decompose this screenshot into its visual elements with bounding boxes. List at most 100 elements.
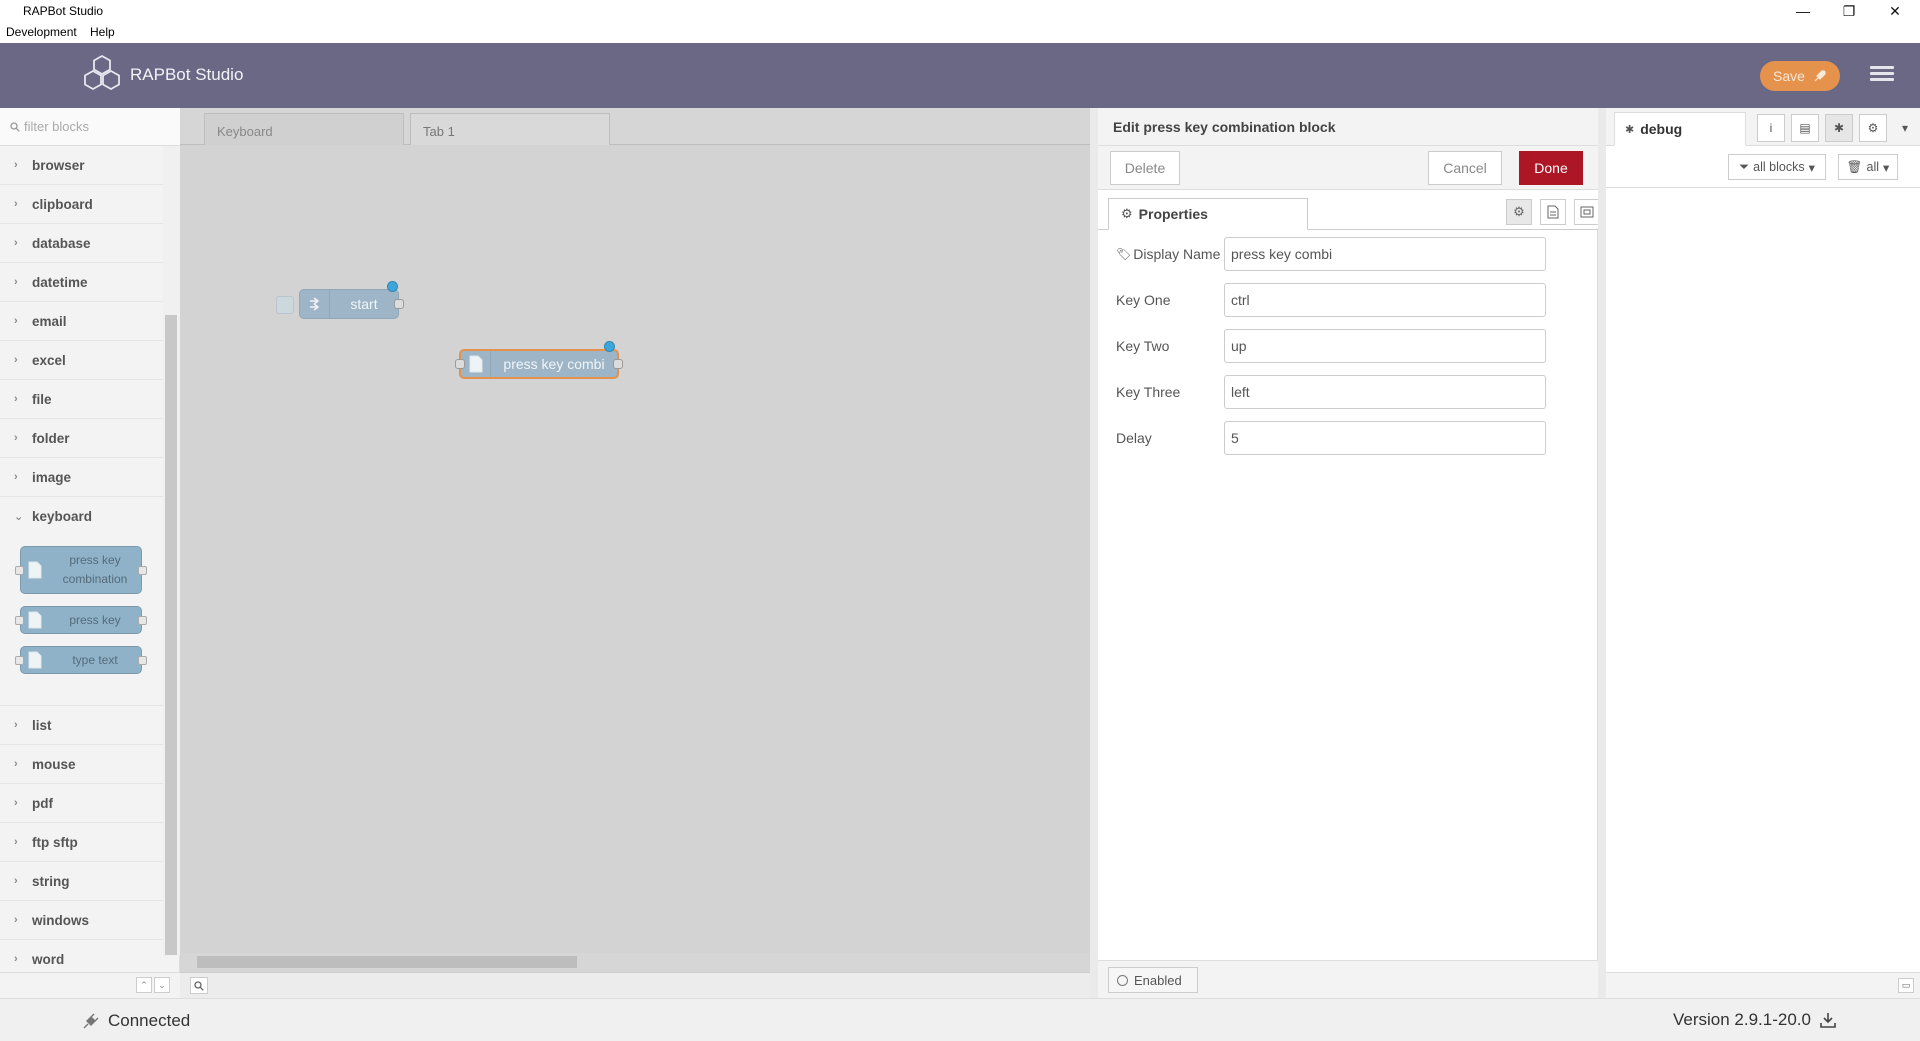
chevron-right-icon: ›: [14, 758, 18, 770]
node-output-port[interactable]: [394, 299, 404, 309]
document-icon: [21, 611, 49, 629]
key-three-input[interactable]: [1224, 375, 1546, 409]
version-label: Version 2.9.1-20.0: [1673, 1010, 1811, 1029]
palette-category-email[interactable]: › email: [0, 302, 164, 341]
chevron-right-icon: ›: [14, 354, 18, 366]
delay-row: Delay: [1116, 421, 1586, 455]
palette-filter[interactable]: filter blocks: [0, 108, 180, 146]
gear-icon[interactable]: ⚙: [1859, 114, 1887, 142]
tab-keyboard[interactable]: Keyboard: [204, 113, 404, 145]
delete-button[interactable]: Delete: [1110, 151, 1180, 185]
tab-tab-1[interactable]: Tab 1: [410, 113, 610, 145]
palette-category-database[interactable]: › database: [0, 224, 164, 263]
palette-category-file[interactable]: › file: [0, 380, 164, 419]
bug-icon[interactable]: ✱: [1825, 114, 1853, 142]
caret-down-icon: ▾: [1883, 160, 1890, 175]
save-button[interactable]: Save: [1760, 61, 1840, 91]
download-icon[interactable]: [1819, 1011, 1837, 1029]
delay-input[interactable]: [1224, 421, 1546, 455]
expand-all-icon[interactable]: ⌄: [154, 977, 170, 993]
workspace-tabs: Keyboard Tab 1: [180, 108, 1090, 145]
info-icon[interactable]: i: [1757, 114, 1785, 142]
palette-node-press-key-combination[interactable]: press key combination: [15, 546, 147, 594]
clear-all-dropdown[interactable]: 🗑 all ▾: [1838, 154, 1898, 180]
monitor-icon[interactable]: ▭: [1898, 978, 1914, 993]
document-icon: [21, 651, 49, 669]
tag-icon: 🏷: [1116, 247, 1132, 261]
edit-tray-toolbar: Delete Cancel Done: [1098, 146, 1598, 190]
done-button[interactable]: Done: [1519, 151, 1583, 185]
delay-label: Delay: [1116, 430, 1152, 446]
book-icon[interactable]: ▤: [1791, 114, 1819, 142]
tab-properties[interactable]: ⚙ Properties: [1108, 198, 1308, 230]
palette-node-type-text[interactable]: type text: [15, 646, 147, 674]
inject-trigger-button[interactable]: [276, 296, 294, 314]
minimize-button[interactable]: —: [1780, 0, 1826, 22]
palette-category-list[interactable]: › list: [0, 706, 164, 745]
dropdown-label: all: [1866, 160, 1880, 174]
palette-category-folder[interactable]: › folder: [0, 419, 164, 458]
chevron-right-icon: ›: [14, 875, 18, 887]
key-one-input[interactable]: [1224, 283, 1546, 317]
description-icon[interactable]: [1540, 199, 1566, 225]
palette-category-browser[interactable]: › browser: [0, 146, 164, 185]
gear-icon[interactable]: ⚙: [1506, 199, 1532, 225]
key-two-input[interactable]: [1224, 329, 1546, 363]
workspace-hscrollbar-thumb[interactable]: [197, 956, 577, 968]
document-icon: [21, 561, 49, 579]
chevron-right-icon: ›: [14, 393, 18, 405]
palette-category-keyboard[interactable]: ⌄ keyboard: [0, 497, 164, 536]
menubar: Development Help: [0, 22, 1920, 43]
search-icon[interactable]: [190, 977, 208, 994]
palette-category-ftp-sftp[interactable]: › ftp sftp: [0, 823, 164, 862]
enabled-toggle[interactable]: Enabled: [1108, 967, 1198, 993]
node-output-port[interactable]: [613, 359, 623, 369]
node-input-port[interactable]: [455, 359, 465, 369]
node-output-port: [138, 565, 147, 575]
connection-label: Connected: [108, 1011, 191, 1030]
palette-scrollbar-thumb[interactable]: [165, 315, 177, 955]
close-button[interactable]: ✕: [1872, 0, 1918, 22]
flow-node-start[interactable]: start: [276, 281, 404, 319]
app-header: RAPBot Studio Save: [0, 43, 1920, 108]
document-icon: [461, 351, 491, 377]
palette-category-pdf[interactable]: › pdf: [0, 784, 164, 823]
cancel-button[interactable]: Cancel: [1428, 151, 1502, 185]
search-icon: [10, 121, 20, 132]
palette-category-datetime[interactable]: › datetime: [0, 263, 164, 302]
edit-tray-title: Edit press key combination block: [1098, 108, 1598, 146]
chevron-right-icon: ›: [14, 432, 18, 444]
dropdown-label: all blocks: [1753, 160, 1805, 174]
category-label: database: [32, 235, 91, 251]
appearance-icon[interactable]: [1574, 199, 1600, 225]
menu-help[interactable]: Help: [90, 25, 115, 39]
tab-debug[interactable]: ✱ debug: [1614, 112, 1746, 146]
chevron-right-icon: ›: [14, 198, 18, 210]
category-label: string: [32, 873, 70, 889]
save-label: Save: [1773, 68, 1805, 84]
flow-node-press-key-combi[interactable]: press key combi: [455, 341, 623, 379]
palette-category-mouse[interactable]: › mouse: [0, 745, 164, 784]
tab-label: debug: [1640, 121, 1683, 137]
palette-category-string[interactable]: › string: [0, 862, 164, 901]
flow-canvas[interactable]: start press key combi: [180, 145, 1090, 965]
window-titlebar: RAPBot Studio — ❐ ✕: [0, 0, 1920, 22]
enabled-label: Enabled: [1134, 972, 1182, 988]
tab-label: Properties: [1138, 206, 1208, 222]
changed-indicator-dot: [387, 281, 398, 292]
filter-all-blocks-dropdown[interactable]: ⏷ all blocks ▾: [1728, 154, 1826, 180]
rocket-icon: [1814, 70, 1826, 82]
palette-category-clipboard[interactable]: › clipboard: [0, 185, 164, 224]
palette-category-windows[interactable]: › windows: [0, 901, 164, 940]
menu-hamburger-icon[interactable]: [1870, 63, 1894, 87]
palette-category-image[interactable]: › image: [0, 458, 164, 497]
chevron-down-icon[interactable]: ▾: [1891, 114, 1919, 142]
key-two-label: Key Two: [1116, 338, 1170, 354]
menu-development[interactable]: Development: [6, 25, 77, 39]
palette-category-excel[interactable]: › excel: [0, 341, 164, 380]
restore-button[interactable]: ❐: [1826, 0, 1872, 22]
collapse-all-icon[interactable]: ⌃: [136, 977, 152, 993]
display-name-input[interactable]: [1224, 237, 1546, 271]
connection-status: Connected: [82, 1011, 190, 1031]
palette-node-press-key[interactable]: press key: [15, 606, 147, 634]
